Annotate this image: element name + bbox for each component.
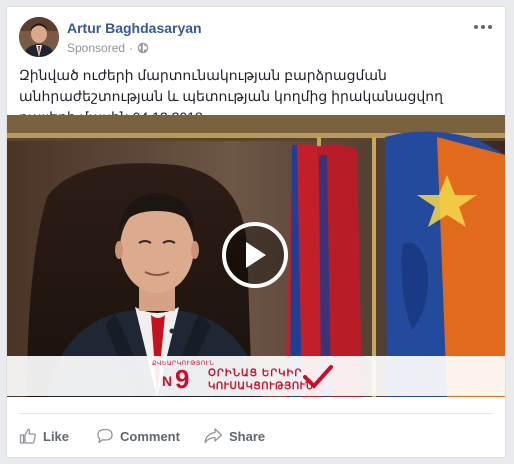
dot-icon (474, 25, 478, 29)
dot-icon (481, 25, 485, 29)
sponsored-label[interactable]: Sponsored (67, 41, 125, 55)
share-icon (204, 428, 223, 444)
share-button[interactable]: Share (203, 423, 265, 449)
banner-number: 9 (175, 364, 190, 394)
banner-line-1: ՕՐԻՆԱՑ ԵՐԿԻՐ (208, 368, 303, 379)
author-name-link[interactable]: Artur Baghdasaryan (67, 20, 202, 36)
globe-icon[interactable] (137, 42, 149, 54)
post-meta: Sponsored · (67, 41, 149, 55)
video-player[interactable]: ՔՎԵԱՐԿՈՒԹՅՈՒՆ N 9 ՕՐԻՆԱՑ ԵՐԿԻՐ ԿՈՒՍԱԿՑՈՒ… (7, 115, 505, 397)
play-button[interactable] (222, 222, 288, 288)
share-label: Share (229, 428, 266, 444)
like-label: Like (43, 428, 70, 444)
banner-number-prefix: N (162, 373, 173, 389)
checkmark-icon (303, 365, 333, 389)
author-avatar[interactable] (19, 17, 59, 57)
play-icon (246, 242, 266, 268)
meta-separator: · (129, 41, 134, 55)
banner-line-2: ԿՈՒՍԱԿՑՈՒԹՅՈՒՆ (208, 381, 314, 392)
comment-icon (97, 428, 113, 444)
like-button[interactable]: Like (19, 423, 69, 449)
sponsored-post-card: Artur Baghdasaryan Sponsored · Զինված ու… (6, 6, 506, 458)
comment-label: Comment (120, 428, 180, 444)
dot-icon (488, 25, 492, 29)
thumbs-up-icon (19, 428, 36, 444)
post-action-bar: Like Comment Share (7, 423, 505, 449)
action-bar-divider (19, 413, 493, 414)
more-options-button[interactable] (473, 17, 493, 37)
comment-button[interactable]: Comment (96, 423, 180, 449)
